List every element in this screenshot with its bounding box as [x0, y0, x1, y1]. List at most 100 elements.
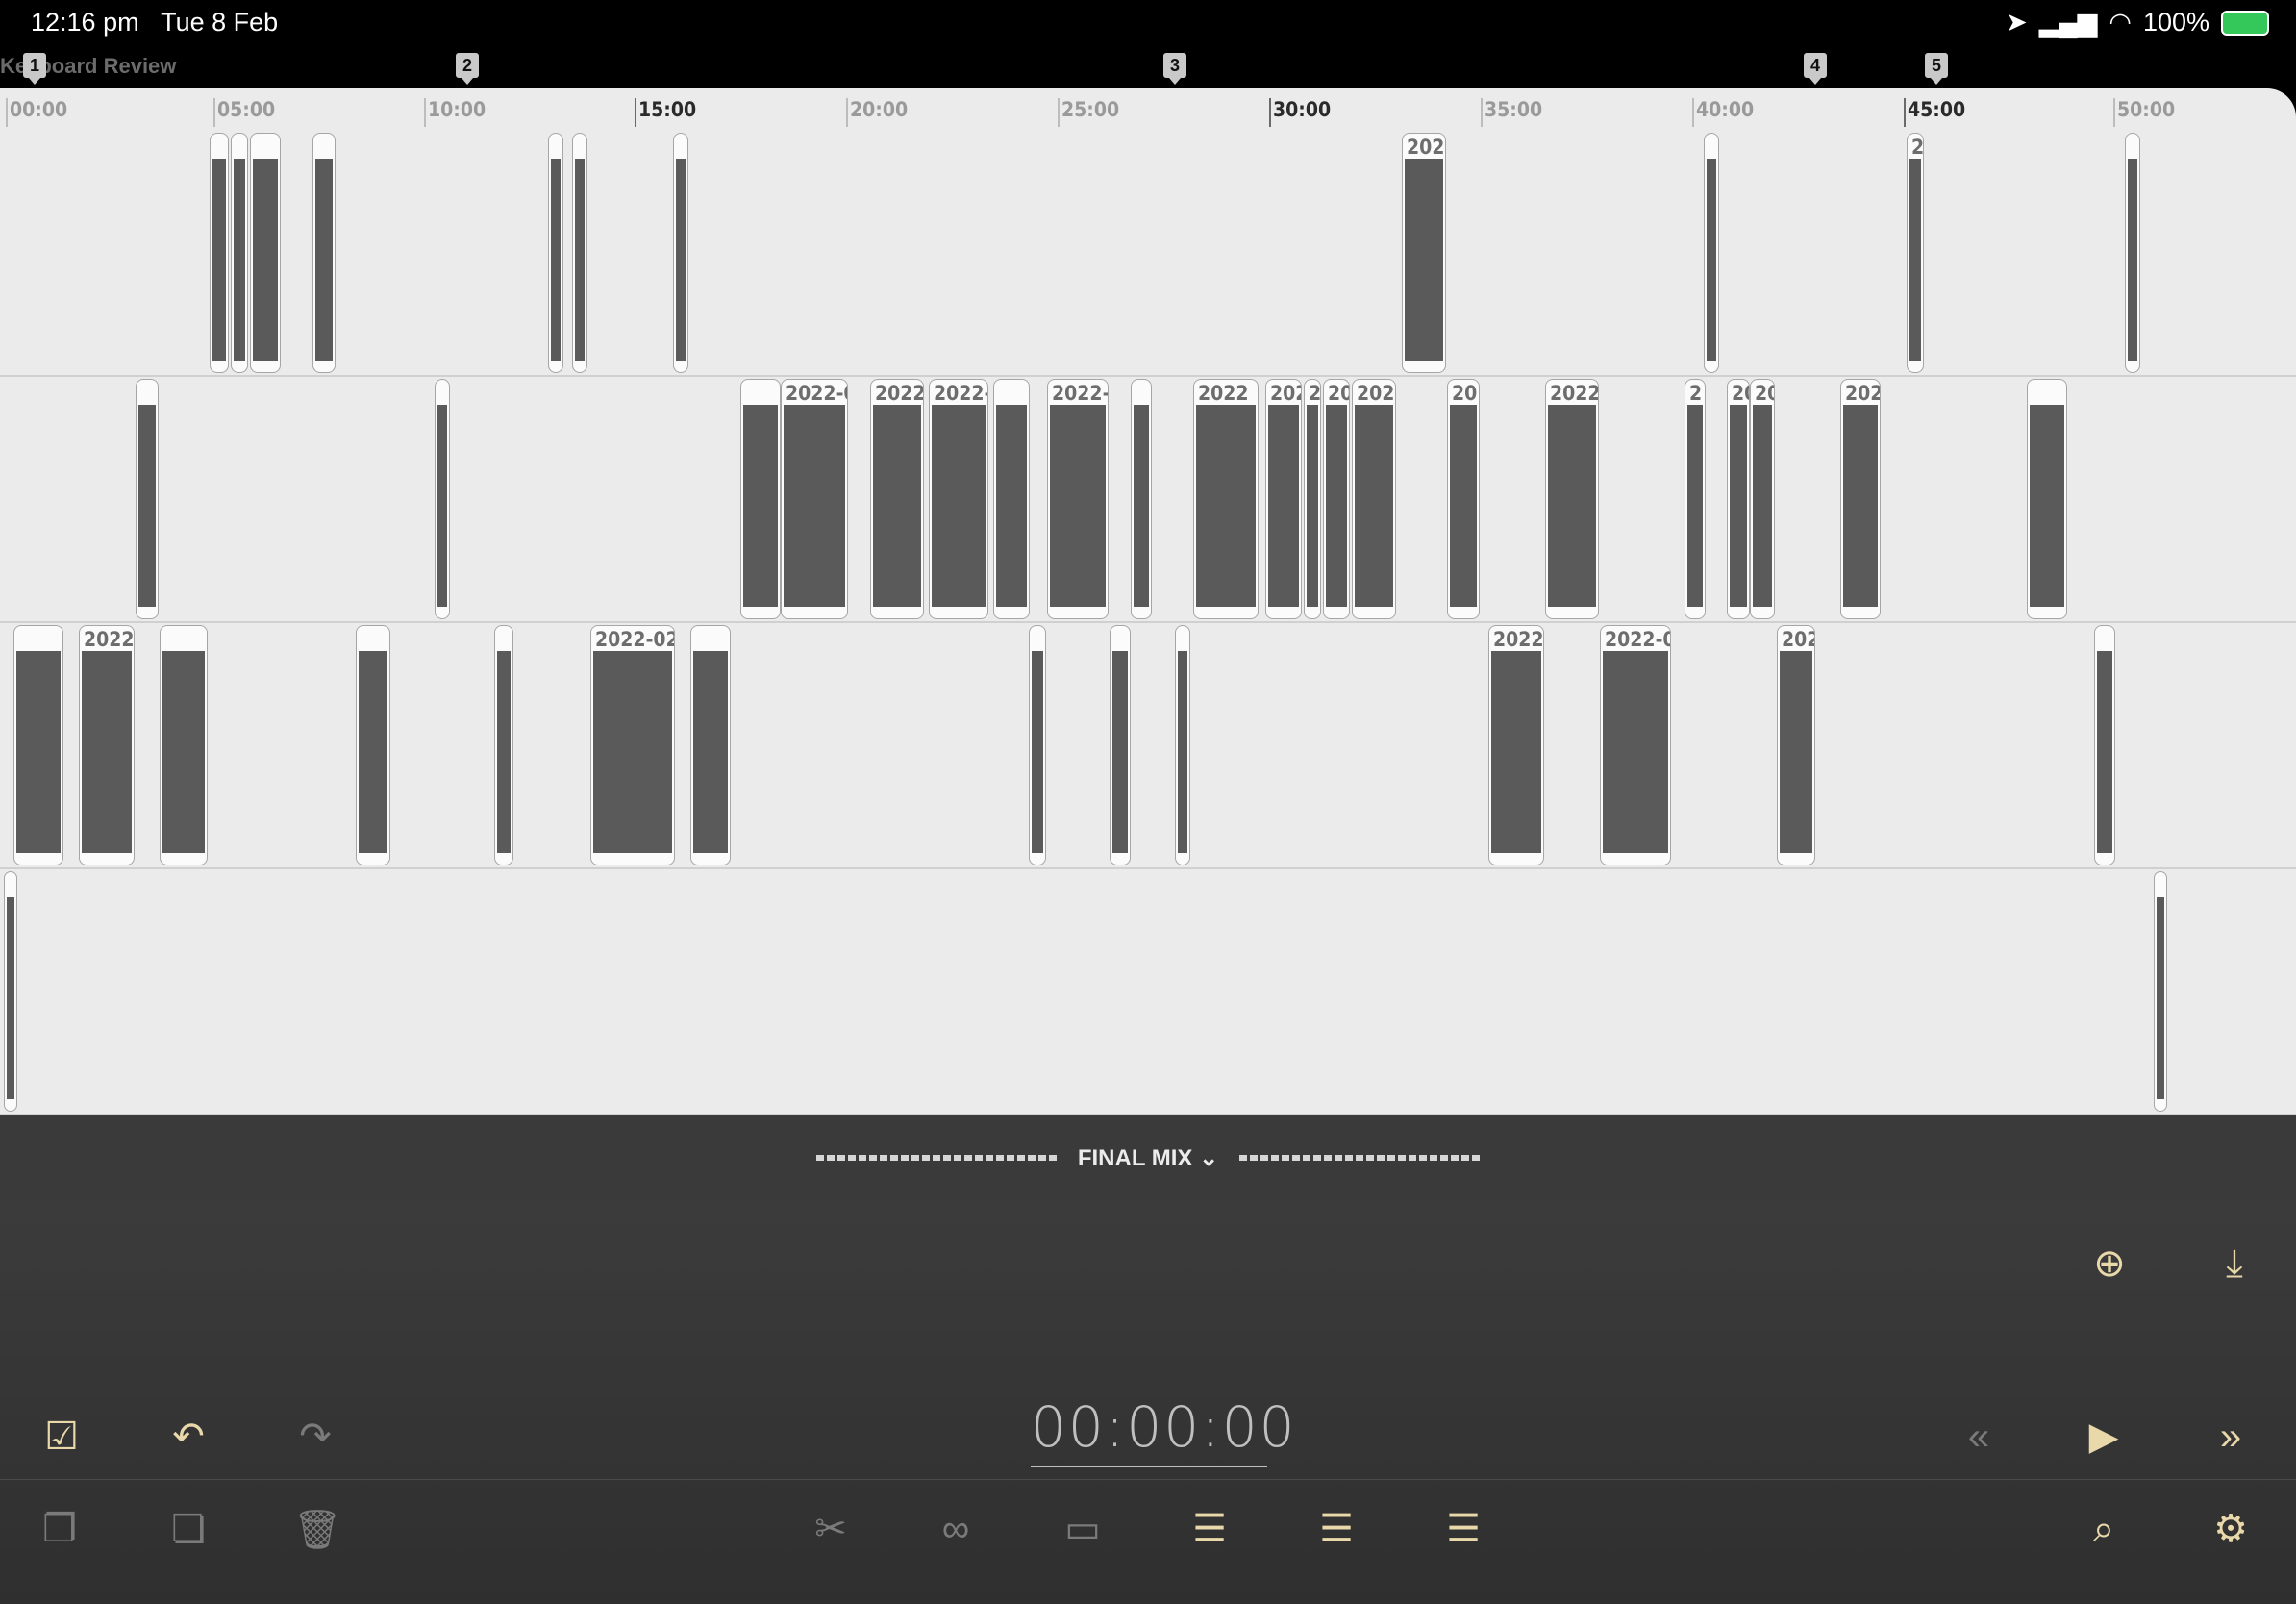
audio-clip[interactable]: [160, 625, 208, 865]
track-lane-3[interactable]: 2022 2022-02- 2022- 2022-0 202: [0, 623, 2296, 869]
mix-selector-bar: FINAL MIX ⌄: [0, 1115, 2296, 1200]
rewind-icon[interactable]: «: [1952, 1410, 2006, 1464]
status-bar: 12:16 pm Tue 8 Feb ➤ ▂▄▆ ◠ 100%: [0, 0, 2296, 46]
audio-clip[interactable]: 2022-: [1545, 379, 1599, 619]
marker-2[interactable]: 2: [456, 53, 479, 85]
audio-clip[interactable]: 202: [1265, 379, 1302, 619]
list-icon[interactable]: ☰: [1436, 1502, 1490, 1556]
audio-clip[interactable]: 2022: [79, 625, 135, 865]
audio-clip[interactable]: 2022-: [870, 379, 924, 619]
audio-clip[interactable]: [210, 133, 229, 373]
trash-icon[interactable]: 🗑: [290, 1502, 344, 1556]
audio-clip[interactable]: 2022-(: [1047, 379, 1109, 619]
clip-label: 2022: [1407, 136, 1445, 159]
audio-clip[interactable]: 2022-02-: [590, 625, 675, 865]
audio-clip[interactable]: [740, 379, 781, 619]
search-icon[interactable]: ⌕: [2077, 1502, 2131, 1556]
status-right: ➤ ▂▄▆ ◠ 100%: [2006, 8, 2269, 38]
audio-clip[interactable]: [250, 133, 281, 373]
clip-label: 2022: [1198, 382, 1249, 405]
list-add-icon[interactable]: ☰: [1310, 1502, 1363, 1556]
export-icon[interactable]: ⤓: [2208, 1237, 2261, 1291]
audio-clip[interactable]: [13, 625, 63, 865]
timeline-ruler[interactable]: 00:00 05:00 10:00 15:00 20:00 25:00 30:0…: [0, 88, 2296, 132]
audio-clip[interactable]: 202: [1840, 379, 1881, 619]
audio-clip[interactable]: 2022-: [1488, 625, 1544, 865]
ruler-tick: 00:00: [6, 98, 67, 127]
marker-5[interactable]: 5: [1925, 53, 1948, 85]
audio-clip[interactable]: 20: [1447, 379, 1480, 619]
audio-clip[interactable]: 2022-0: [1600, 625, 1671, 865]
clip-label: 202: [1845, 382, 1881, 405]
audio-clip[interactable]: [1110, 625, 1131, 865]
audio-clip[interactable]: [572, 133, 587, 373]
audio-clip[interactable]: [1704, 133, 1719, 373]
timeline-tracks[interactable]: 2022 2 2022-0 2022- 2022- 2022-( 2022 20…: [0, 131, 2296, 1115]
audio-clip[interactable]: 2022-: [929, 379, 988, 619]
audio-clip[interactable]: 20: [1323, 379, 1350, 619]
audio-clip[interactable]: [231, 133, 248, 373]
audio-clip[interactable]: [1131, 379, 1152, 619]
settings-icon[interactable]: ⚙: [2204, 1502, 2258, 1556]
clip-label: 20: [1732, 382, 1749, 405]
clip-label: 2022-02-: [595, 628, 674, 651]
audio-clip[interactable]: [312, 133, 336, 373]
paste-icon[interactable]: ❏: [162, 1502, 215, 1556]
audio-clip[interactable]: [2154, 871, 2167, 1112]
location-icon: ➤: [2006, 8, 2028, 37]
audio-clip[interactable]: [993, 379, 1030, 619]
marker-1[interactable]: 1: [23, 53, 46, 85]
audio-clip[interactable]: [2027, 379, 2067, 619]
track-lane-2[interactable]: 2022-0 2022- 2022- 2022-( 2022 202 2 20 …: [0, 377, 2296, 623]
audio-clip[interactable]: [2094, 625, 2115, 865]
audio-clip[interactable]: 20: [1750, 379, 1775, 619]
battery-icon: [2221, 10, 2269, 36]
marker-3[interactable]: 3: [1163, 53, 1186, 85]
audio-clip[interactable]: [136, 379, 159, 619]
clip-label: 20: [1452, 382, 1478, 405]
audio-clip[interactable]: 202: [1777, 625, 1815, 865]
audio-clip[interactable]: 2: [1304, 379, 1321, 619]
audio-clip[interactable]: [356, 625, 390, 865]
audio-clip[interactable]: [548, 133, 563, 373]
battery-percent: 100%: [2142, 8, 2209, 37]
timecode-display[interactable]: 00:00:00: [1031, 1394, 1295, 1467]
toolbar-separator: [0, 1479, 2296, 1480]
split-icon[interactable]: ✂: [804, 1502, 858, 1556]
unlink-icon[interactable]: ▭: [1056, 1502, 1110, 1556]
audio-clip[interactable]: [435, 379, 450, 619]
plus-circle-icon[interactable]: ⊕: [2083, 1237, 2136, 1291]
track-lane-1[interactable]: 2022 2: [0, 131, 2296, 377]
ruler-tick: 35:00: [1481, 98, 1542, 127]
audio-clip[interactable]: 2022: [1352, 379, 1396, 619]
audio-clip[interactable]: [690, 625, 731, 865]
audio-clip[interactable]: 2: [1685, 379, 1706, 619]
clip-label: 2: [1911, 136, 1924, 159]
undo-icon[interactable]: ↶: [162, 1410, 215, 1464]
audio-clip[interactable]: 2: [1907, 133, 1924, 373]
audio-clip[interactable]: [1029, 625, 1046, 865]
wifi-icon: ◠: [2109, 8, 2132, 37]
ruler-tick: 10:00: [424, 98, 486, 127]
redo-icon[interactable]: ↷: [288, 1410, 342, 1464]
audio-clip[interactable]: 20: [1727, 379, 1750, 619]
audio-clip[interactable]: [673, 133, 688, 373]
mix-selector[interactable]: FINAL MIX ⌄: [1078, 1144, 1218, 1172]
copy-icon[interactable]: ❐: [33, 1502, 87, 1556]
list-text-icon[interactable]: ☰: [1183, 1502, 1236, 1556]
audio-clip[interactable]: 2022: [1402, 133, 1446, 373]
audio-clip[interactable]: [1175, 625, 1190, 865]
play-icon[interactable]: ▶: [2077, 1410, 2131, 1464]
link-icon[interactable]: ∞: [929, 1502, 983, 1556]
audio-clip[interactable]: 2022: [1193, 379, 1259, 619]
document-check-icon[interactable]: ☑: [35, 1410, 88, 1464]
marker-4[interactable]: 4: [1804, 53, 1827, 85]
audio-clip[interactable]: 2022-0: [781, 379, 848, 619]
audio-clip[interactable]: [4, 871, 17, 1112]
clip-label: 202: [1782, 628, 1814, 651]
fast-forward-icon[interactable]: »: [2204, 1410, 2258, 1464]
track-lane-4[interactable]: [0, 869, 2296, 1115]
audio-clip[interactable]: [2125, 133, 2140, 373]
audio-clip[interactable]: [494, 625, 513, 865]
clip-label: 2022-0: [786, 382, 847, 405]
